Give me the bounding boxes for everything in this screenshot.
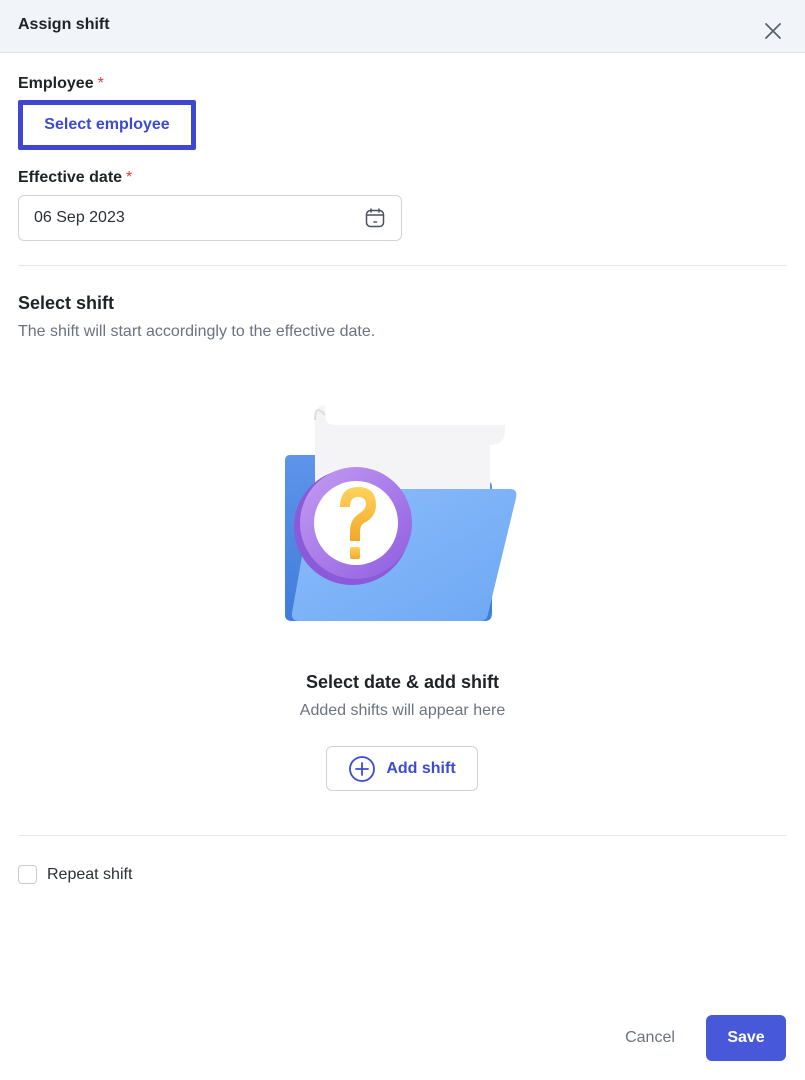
calendar-icon[interactable] <box>364 207 386 229</box>
repeat-shift-row: Repeat shift <box>18 865 132 884</box>
add-shift-button[interactable]: Add shift <box>326 746 478 791</box>
employee-label: Employee * <box>18 75 104 92</box>
effective-date-field[interactable]: 06 Sep 2023 <box>18 195 402 241</box>
effective-date-label: Effective date * <box>18 169 133 186</box>
dialog-header: Assign shift <box>0 0 805 53</box>
select-employee-button[interactable]: Select employee <box>18 100 196 150</box>
dialog-title: Assign shift <box>18 16 110 33</box>
close-icon <box>765 23 781 39</box>
repeat-shift-label[interactable]: Repeat shift <box>47 866 132 884</box>
close-button[interactable] <box>760 18 786 44</box>
divider <box>18 835 786 836</box>
select-shift-title: Select shift <box>18 293 115 313</box>
empty-state-title: Select date & add shift <box>305 672 500 692</box>
select-shift-subtitle: The shift will start accordingly to the … <box>18 323 376 340</box>
repeat-shift-checkbox[interactable] <box>18 865 37 884</box>
folder-question-illustration <box>285 400 517 621</box>
effective-date-value: 06 Sep 2023 <box>34 209 125 226</box>
save-button[interactable]: Save <box>706 1015 786 1061</box>
add-shift-label: Add shift <box>386 759 456 777</box>
divider <box>18 265 786 266</box>
required-mark: * <box>97 75 104 92</box>
required-mark: * <box>126 169 133 186</box>
plus-circle-icon <box>349 755 376 782</box>
empty-state-subtitle: Added shifts will appear here <box>299 702 506 719</box>
cancel-button[interactable]: Cancel <box>608 1015 692 1060</box>
